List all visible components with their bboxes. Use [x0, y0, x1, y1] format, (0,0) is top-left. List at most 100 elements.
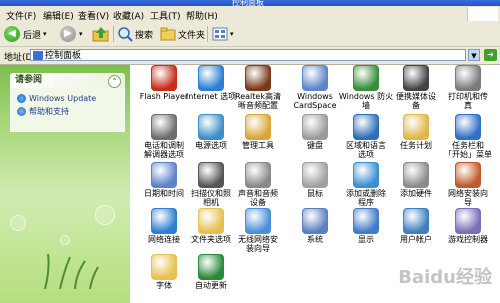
cardspace-icon	[302, 65, 328, 91]
address-value: 控制面板	[45, 51, 82, 61]
add-remove-programs-icon	[353, 162, 379, 188]
decorative-bubble	[60, 235, 70, 245]
control-panel-item[interactable]: 声音和音频 设备	[230, 162, 286, 208]
folders-button[interactable]: 文件夹	[160, 25, 205, 43]
decorative-bubble	[10, 215, 26, 231]
user-accounts-icon	[403, 208, 429, 234]
help-icon	[17, 107, 26, 116]
network-setup-icon	[455, 162, 481, 188]
address-bar: 地址(D) 控制面板 ▼ ➜	[0, 47, 500, 65]
menu-file[interactable]: 文件(F)	[6, 9, 36, 22]
network-connections-icon	[151, 208, 177, 234]
go-button[interactable]: ➜	[484, 49, 497, 61]
control-panel-item[interactable]: 添加或删除 程序	[338, 162, 394, 208]
control-panel-item-label: Windows CardSpace	[293, 92, 337, 110]
control-panel-item[interactable]: 游戏控制器	[440, 208, 496, 254]
back-dropdown-icon[interactable]: ▾	[43, 30, 47, 38]
control-panel-item-label: 自动更新	[195, 281, 227, 290]
menu-edit[interactable]: 编辑(E)	[43, 9, 74, 22]
control-panel-item[interactable]: 打印机和传 真	[440, 65, 496, 111]
control-panel-item-label: 网络安装向 导	[448, 189, 488, 207]
back-arrow-icon: ◀	[4, 26, 20, 42]
menu-help[interactable]: 帮助(H)	[186, 9, 218, 22]
control-panel-item-label: 任务计划	[400, 141, 432, 150]
control-panel-item[interactable]: 便携媒体设 备	[388, 65, 444, 111]
up-button[interactable]	[92, 25, 110, 43]
scheduled-tasks-icon	[403, 114, 429, 140]
collapse-chevron-icon[interactable]: ⌃	[108, 75, 121, 88]
control-panel-item-label: 无线网络安 装向导	[238, 235, 278, 253]
control-panel-item-label: 打印机和传 真	[448, 92, 488, 110]
folders-icon	[160, 27, 176, 41]
forward-dropdown-icon[interactable]: ▾	[79, 30, 83, 38]
toolbar: ◀ 后退 ▾ ▶ ▾ 搜索 文件夹 ▾	[0, 22, 500, 47]
control-panel-item[interactable]: 系统	[287, 208, 343, 254]
control-panel-item[interactable]: 添加硬件	[388, 162, 444, 208]
views-dropdown-icon[interactable]: ▾	[230, 30, 234, 38]
folder-up-icon	[92, 27, 109, 42]
control-panel-item[interactable]: 无线网络安 装向导	[230, 208, 286, 254]
views-button[interactable]: ▾	[212, 25, 234, 43]
control-panel-item[interactable]: 管理工具	[230, 114, 286, 160]
automatic-updates-icon	[198, 254, 224, 280]
address-input[interactable]: 控制面板	[30, 49, 466, 61]
control-panel-item-label: Windows 防火 墙	[338, 92, 394, 110]
control-panel-item[interactable]: 鼠标	[287, 162, 343, 208]
display-icon	[353, 208, 379, 234]
address-dropdown-button[interactable]: ▼	[468, 49, 480, 61]
control-panel-item[interactable]: 显示	[338, 208, 394, 254]
control-panel-item-label: 便携媒体设 备	[396, 92, 436, 110]
decorative-grass	[44, 253, 99, 289]
control-panel-item-label: 任务栏和 「开始」菜单	[444, 141, 492, 159]
link-windows-update[interactable]: Windows Update	[17, 92, 124, 105]
search-button[interactable]: 搜索	[117, 25, 153, 43]
portable-media-icon	[403, 65, 429, 91]
menu-favorites[interactable]: 收藏(A)	[113, 9, 144, 22]
menu-tools[interactable]: 工具(T)	[150, 9, 181, 22]
admin-tools-icon	[245, 114, 271, 140]
watermark: Baidu经验	[398, 267, 492, 288]
internet-options-icon	[198, 65, 224, 91]
control-panel-item-label: 区域和语言 选项	[346, 141, 386, 159]
region-language-icon	[353, 114, 379, 140]
link-help-support[interactable]: 帮助和支持	[17, 105, 124, 118]
realtek-audio-icon	[245, 65, 271, 91]
back-label: 后退	[23, 30, 42, 41]
add-hardware-icon	[403, 162, 429, 188]
control-panel-item[interactable]: Windows CardSpace	[287, 65, 343, 111]
fonts-icon	[151, 254, 177, 280]
control-panel-item[interactable]: 任务栏和 「开始」菜单	[440, 114, 496, 160]
control-panel-item-label: 添加或删除 程序	[346, 189, 386, 207]
forward-arrow-icon: ▶	[60, 26, 76, 42]
control-panel-icon	[33, 51, 43, 60]
control-panel-item-label: 添加硬件	[400, 189, 432, 198]
control-panel-item-label: 用户帐户	[400, 235, 432, 244]
flash-player-icon	[151, 65, 177, 91]
control-panel-item[interactable]: 用户帐户	[388, 208, 444, 254]
views-icon	[212, 27, 228, 41]
task-pane: 请参阅 ⌃ Windows Update 帮助和支持	[0, 65, 130, 303]
control-panel-item[interactable]: 网络安装向 导	[440, 162, 496, 208]
see-also-header[interactable]: 请参阅 ⌃	[10, 73, 125, 88]
back-button[interactable]: ◀ 后退 ▾	[4, 25, 47, 43]
control-panel-item[interactable]: 自动更新	[183, 254, 239, 300]
search-label: 搜索	[135, 30, 154, 41]
forward-button[interactable]: ▶ ▾	[60, 25, 83, 43]
control-panel-item-label: 显示	[358, 235, 374, 244]
menu-bar: 文件(F) 编辑(E) 查看(V) 收藏(A) 工具(T) 帮助(H)	[0, 6, 500, 23]
control-panel-item-label: 管理工具	[242, 141, 274, 150]
keyboard-icon	[302, 114, 328, 140]
link-windows-update-label: Windows Update	[29, 94, 97, 103]
see-also-body: Windows Update 帮助和支持	[10, 88, 125, 132]
control-panel-item[interactable]: 区域和语言 选项	[338, 114, 394, 160]
control-panel-item[interactable]: 任务计划	[388, 114, 444, 160]
control-panel-item-label: 声音和音频 设备	[238, 189, 278, 207]
control-panel-item-label: 系统	[307, 235, 323, 244]
menu-view[interactable]: 查看(V)	[78, 9, 109, 22]
printer-fax-icon	[455, 65, 481, 91]
control-panel-item[interactable]: 键盘	[287, 114, 343, 160]
control-panel-item[interactable]: Windows 防火 墙	[338, 65, 394, 111]
control-panel-item-label: 键盘	[307, 141, 323, 150]
windows-logo-icon	[467, 7, 498, 21]
control-panel-item[interactable]: Realtek高清 晰音频配置	[230, 65, 286, 111]
